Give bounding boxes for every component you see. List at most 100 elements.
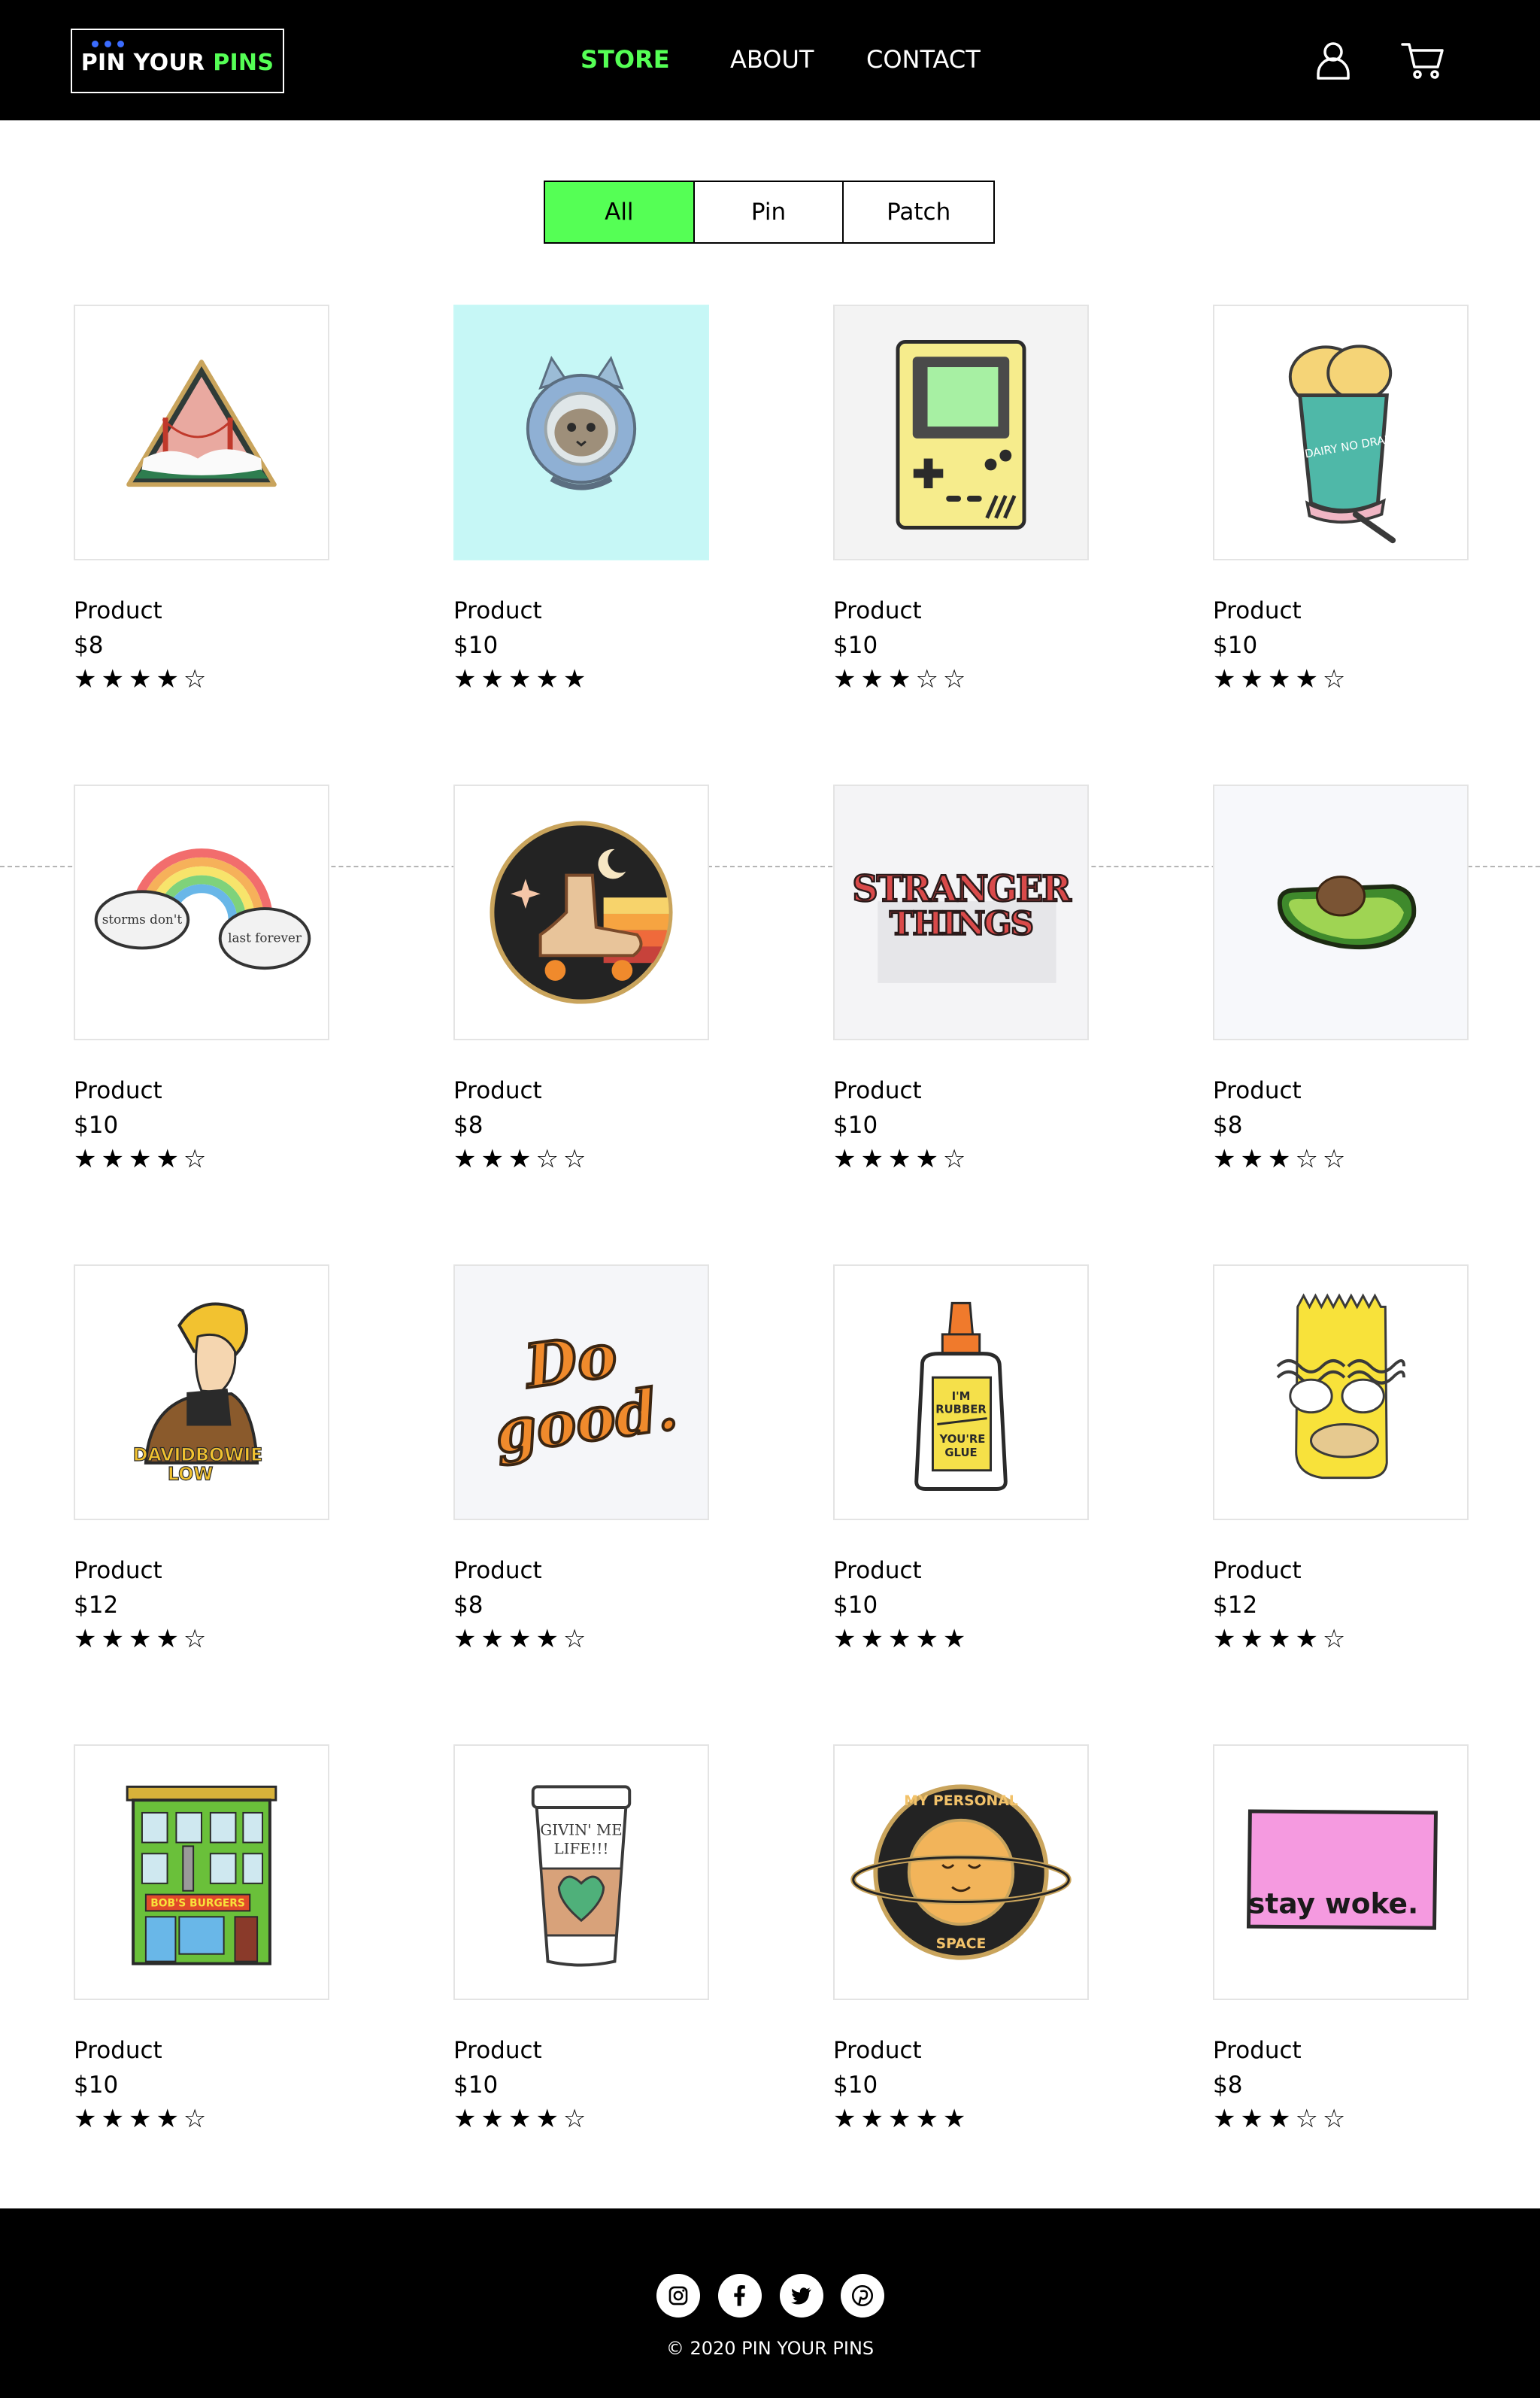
- nav-store[interactable]: STORE: [581, 45, 670, 75]
- product-card[interactable]: STRANGER THINGS Product $10 ★★★★☆: [833, 785, 1089, 1176]
- roller-skate-pin-image[interactable]: [453, 785, 709, 1040]
- product-name[interactable]: Product: [1213, 2033, 1469, 2068]
- brand-logo[interactable]: PIN YOUR PINS: [71, 29, 284, 93]
- product-card[interactable]: Product $8 ★★★★☆: [74, 305, 329, 696]
- stay-woke-patch-image[interactable]: stay woke.: [1213, 1744, 1469, 2000]
- product-price: $10: [833, 1592, 878, 1619]
- pin-text-line3: YOU'RE: [939, 1433, 986, 1446]
- product-price: $12: [74, 1592, 119, 1619]
- product-price: $10: [453, 2072, 499, 2099]
- copyright-text: © 2020 PIN YOUR PINS: [665, 2338, 875, 2359]
- product-card[interactable]: Product $10 ★★★★★: [453, 305, 709, 696]
- nav-contact[interactable]: CONTACT: [866, 45, 981, 75]
- product-name[interactable]: Product: [453, 1553, 709, 1588]
- product-name[interactable]: Product: [74, 593, 329, 628]
- cart-icon[interactable]: [1400, 39, 1444, 81]
- product-price: $10: [453, 632, 499, 659]
- product-name[interactable]: Product: [1213, 1073, 1469, 1108]
- pin-text: BOB'S BURGERS: [150, 1897, 245, 1909]
- star-rating: ★★★★★: [833, 2104, 971, 2134]
- pin-text-line2: LIFE!!!: [554, 1840, 609, 1857]
- star-rating: ★★★★☆: [833, 1144, 971, 1174]
- golden-gate-triangle-pin-image[interactable]: [74, 305, 329, 560]
- category-filter: All Pin Patch: [544, 181, 995, 244]
- product-price: $10: [1213, 632, 1258, 659]
- product-name[interactable]: Product: [833, 1553, 1089, 1588]
- do-good-pin-image[interactable]: Do good.: [453, 1264, 709, 1520]
- product-name[interactable]: Product: [833, 593, 1089, 628]
- product-card[interactable]: Product $10 ★★★☆☆: [833, 305, 1089, 696]
- product-price: $10: [74, 1112, 119, 1139]
- bobs-burgers-building-pin-image[interactable]: BOB'S BURGERS: [74, 1744, 329, 2000]
- facebook-icon[interactable]: [718, 2274, 762, 2318]
- product-name[interactable]: Product: [74, 1553, 329, 1588]
- star-rating: ★★★★☆: [453, 2104, 591, 2134]
- product-card[interactable]: GIVIN' ME LIFE!!! Product $10 ★★★★☆: [453, 1744, 709, 2135]
- product-name[interactable]: Product: [453, 2033, 709, 2068]
- pin-text-line2: LOW: [168, 1464, 214, 1485]
- coffee-cup-pin-image[interactable]: GIVIN' ME LIFE!!!: [453, 1744, 709, 2000]
- pinterest-icon[interactable]: [841, 2274, 884, 2318]
- product-card[interactable]: BOB'S BURGERS Product $10 ★★★★☆: [74, 1744, 329, 2135]
- bart-simpson-pin-image[interactable]: [1213, 1264, 1469, 1520]
- product-card[interactable]: Product $12 ★★★★☆: [1213, 1264, 1469, 1656]
- product-card[interactable]: storms don't last forever Product $10 ★★…: [74, 785, 329, 1176]
- twitter-icon[interactable]: [780, 2274, 823, 2318]
- logo-dots-icon: [92, 41, 124, 47]
- avocado-pin-image[interactable]: [1213, 785, 1469, 1040]
- star-rating: ★★★★☆: [1213, 1624, 1351, 1654]
- pin-text-line2: good.: [490, 1373, 681, 1468]
- site-header: PIN YOUR PINS STORE ABOUT CONTACT: [0, 0, 1540, 120]
- pin-text-top: MY PERSONAL: [904, 1793, 1018, 1809]
- product-name[interactable]: Product: [1213, 1553, 1469, 1588]
- product-card[interactable]: I'M RUBBER YOU'RE GLUE Product $10 ★★★★★: [833, 1264, 1089, 1656]
- patch-text: stay woke.: [1248, 1887, 1418, 1920]
- product-name[interactable]: Product: [833, 1073, 1089, 1108]
- no-dairy-no-drama-pin-image[interactable]: NO DAIRY NO DRAMA: [1213, 305, 1469, 560]
- pin-text-line1: GIVIN' ME: [540, 1822, 622, 1839]
- product-card[interactable]: Product $8 ★★★☆☆: [453, 785, 709, 1176]
- product-name[interactable]: Product: [833, 2033, 1089, 2068]
- product-price: $8: [453, 1112, 484, 1139]
- star-rating: ★★★★☆: [74, 1144, 211, 1174]
- product-price: $8: [74, 632, 104, 659]
- product-card[interactable]: Product $8 ★★★☆☆: [1213, 785, 1469, 1176]
- product-card[interactable]: DAVIDBOWIE LOW Product $12 ★★★★☆: [74, 1264, 329, 1656]
- product-name[interactable]: Product: [74, 1073, 329, 1108]
- product-name[interactable]: Product: [1213, 593, 1469, 628]
- product-name[interactable]: Product: [74, 2033, 329, 2068]
- instagram-icon[interactable]: [656, 2274, 700, 2318]
- user-icon[interactable]: [1312, 39, 1354, 81]
- david-bowie-low-pin-image[interactable]: DAVIDBOWIE LOW: [74, 1264, 329, 1520]
- my-personal-space-pin-image[interactable]: MY PERSONAL SPACE: [833, 1744, 1089, 2000]
- filter-patch-button[interactable]: Patch: [844, 182, 993, 242]
- product-price: $8: [1213, 1112, 1243, 1139]
- filter-pin-button[interactable]: Pin: [694, 182, 844, 242]
- product-price: $8: [453, 1592, 484, 1619]
- product-card[interactable]: stay woke. Product $8 ★★★☆☆: [1213, 1744, 1469, 2135]
- product-name[interactable]: Product: [453, 593, 709, 628]
- pin-text-line1: DAVIDBOWIE: [133, 1444, 263, 1465]
- product-price: $10: [833, 1112, 878, 1139]
- product-price: $12: [1213, 1592, 1258, 1619]
- star-rating: ★★★★☆: [74, 2104, 211, 2134]
- gameboy-pin-image[interactable]: [833, 305, 1089, 560]
- star-rating: ★★★☆☆: [1213, 2104, 1351, 2134]
- star-rating: ★★★☆☆: [453, 1144, 591, 1174]
- star-rating: ★★★★☆: [74, 664, 211, 694]
- pin-text-line1: I'M: [952, 1390, 971, 1403]
- filter-all-button[interactable]: All: [545, 182, 695, 242]
- pin-text-left: storms don't: [102, 912, 183, 927]
- brand-name: PIN YOUR: [80, 50, 214, 76]
- rainbow-clouds-pin-image[interactable]: storms don't last forever: [74, 785, 329, 1040]
- product-price: $10: [74, 2072, 119, 2099]
- astronaut-cat-pin-image[interactable]: [453, 305, 709, 560]
- product-card[interactable]: MY PERSONAL SPACE Product $10 ★★★★★: [833, 1744, 1089, 2135]
- product-card[interactable]: Do good. Product $8 ★★★★☆: [453, 1264, 709, 1656]
- product-name[interactable]: Product: [453, 1073, 709, 1108]
- product-card[interactable]: NO DAIRY NO DRAMA Product $10 ★★★★☆: [1213, 305, 1469, 696]
- stranger-things-pin-image[interactable]: STRANGER THINGS: [833, 785, 1089, 1040]
- star-rating: ★★★★☆: [74, 1624, 211, 1654]
- glue-bottle-pin-image[interactable]: I'M RUBBER YOU'RE GLUE: [833, 1264, 1089, 1520]
- nav-about[interactable]: ABOUT: [730, 45, 814, 75]
